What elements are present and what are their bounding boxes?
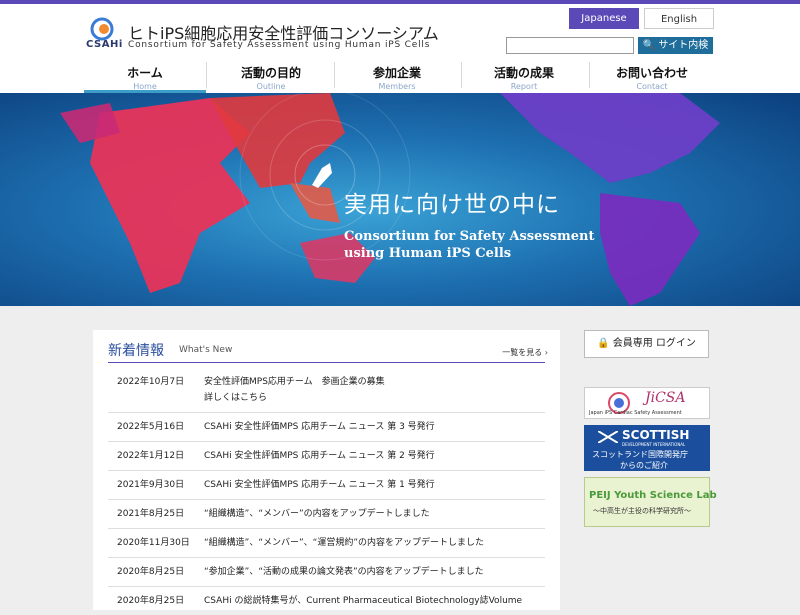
news-item: 2021年8月25日 “組織構造”、“メンバー”の内容をアップデートしました [108, 500, 545, 529]
nav-item-contact[interactable]: お問い合わせ Contact [591, 56, 713, 93]
site-subtitle: Consortium for Safety Assessment using H… [128, 40, 431, 50]
news-text[interactable]: CSAHi 安全性評価MPS 応用チーム ニュース 第 2 号発行 [204, 448, 435, 461]
news-text[interactable]: CSAHi 安全性評価MPS 応用チーム ニュース 第 3 号発行 [204, 419, 435, 432]
scottish-title: SCOTTISH [622, 428, 690, 442]
news-title-en: What's New [179, 345, 233, 355]
news-date: 2020年8月25日 [117, 567, 185, 577]
saltire-flag-icon [598, 431, 618, 443]
hero-subtitle-line-1: Consortium for Safety Assessment [344, 229, 595, 244]
member-login-label: 会員専用 ログイン [612, 338, 696, 349]
scottish-development-banner[interactable]: SCOTTISH DEVELOPMENT INTERNATIONAL スコットラ… [584, 425, 710, 471]
hero-subtitle-line-2: using Human iPS Cells [344, 246, 512, 261]
nav-item-members[interactable]: 参加企業 Members [336, 56, 458, 93]
site-header: CSAHi ヒトiPS細胞応用安全性評価コンソーシアム Consortium f… [0, 4, 800, 68]
nav-label-jp: ホーム [127, 66, 163, 80]
news-divider [108, 362, 545, 363]
news-date: 2021年9月30日 [117, 480, 185, 490]
nav-item-home[interactable]: ホーム Home [84, 56, 206, 93]
news-text[interactable]: 安全性評価MPS応用チーム 参画企業の募集 [204, 374, 385, 387]
logo-text: CSAHi [86, 39, 123, 50]
nav-divider [589, 62, 590, 88]
nav-divider [334, 62, 335, 88]
jicsa-title: JiCSA [645, 390, 686, 406]
peij-subtitle: ～中高生が主役の科学研究所～ [593, 507, 691, 515]
news-date: 2020年11月30日 [117, 538, 190, 548]
news-item: 2022年1月12日 CSAHi 安全性評価MPS 応用チーム ニュース 第 2… [108, 442, 545, 471]
lang-english-button[interactable]: English [644, 8, 714, 29]
news-item: 2020年8月25日 “参加企業”、“活動の成果の論文発表”の内容をアップデート… [108, 558, 545, 587]
news-more-link[interactable]: 一覧を見る › [502, 347, 548, 358]
nav-divider [461, 62, 462, 88]
member-login-button[interactable]: 🔒 会員専用 ログイン [584, 330, 709, 358]
news-detail-link[interactable]: 詳しくはこちら [204, 390, 267, 403]
jicsa-banner[interactable]: JiCSA Japan iPS Cardiac Safety Assessmen… [584, 387, 710, 419]
news-date: 2021年8月25日 [117, 509, 185, 519]
hero-subtitle: Consortium for Safety Assessment using H… [344, 228, 595, 262]
peij-youth-science-lab-banner[interactable]: PEIJ Youth Science Lab ～中高生が主役の科学研究所～ [584, 477, 717, 527]
nav-label-jp: お問い合わせ [615, 66, 688, 80]
news-item: 2020年8月25日 CSAHi の総説特集号が、Current Pharmac… [108, 587, 545, 615]
nav-label-en: Report [510, 82, 538, 91]
hero-title: 実用に向け世の中に [344, 192, 560, 218]
scottish-jp-line-2: からのご紹介 [620, 461, 668, 470]
nav-label-en: Members [378, 82, 416, 91]
search-icon: 🔍 [642, 40, 656, 51]
news-title: 新着情報 [108, 343, 164, 359]
news-item: 2022年10月7日 安全性評価MPS応用チーム 参画企業の募集 詳しくはこちら [108, 368, 545, 413]
main-nav: ホーム Home 活動の目的 Outline 参加企業 Members 活動の成… [0, 56, 800, 93]
lock-icon: 🔒 [597, 338, 610, 349]
news-item: 2020年11月30日 “組織構造”、“メンバー”、“運営規約”の内容をアップデ… [108, 529, 545, 558]
nav-divider [206, 62, 207, 88]
peij-title: PEIJ Youth Science Lab [589, 490, 717, 501]
news-text: “組織構造”、“メンバー”、“運営規約”の内容をアップデートしました [204, 538, 484, 548]
news-item: 2021年9月30日 CSAHi 安全性評価MPS 応用チーム ニュース 第 1… [108, 471, 545, 500]
nav-item-report[interactable]: 活動の成果 Report [463, 56, 585, 93]
nav-item-outline[interactable]: 活動の目的 Outline [210, 56, 332, 93]
news-text[interactable]: CSAHi 安全性評価MPS 応用チーム ニュース 第 1 号発行 [204, 477, 435, 490]
news-item: 2022年5月16日 CSAHi 安全性評価MPS 応用チーム ニュース 第 3… [108, 413, 545, 442]
search-button[interactable]: 🔍 サイト内検索 [638, 37, 713, 68]
news-section: 新着情報 What's New 一覧を見る › 2022年10月7日 安全性評価… [93, 330, 560, 610]
nav-label-en: Outline [256, 82, 286, 91]
news-date: 2022年5月16日 [117, 422, 185, 432]
scottish-jp-line-1: スコットランド国際開発庁 [592, 450, 688, 459]
search-input[interactable] [506, 37, 634, 54]
hero-banner: 実用に向け世の中に Consortium for Safety Assessme… [0, 93, 800, 306]
news-text: “参加企業”、“活動の成果の論文発表”の内容をアップデートしました [204, 567, 484, 577]
nav-label-jp: 活動の目的 [240, 66, 301, 80]
news-date: 2022年10月7日 [117, 377, 185, 387]
nav-label-en: Home [133, 82, 157, 91]
jicsa-subtitle: Japan iPS Cardiac Safety Assessment [589, 410, 682, 416]
nav-label-jp: 参加企業 [372, 66, 421, 80]
scottish-subtitle: DEVELOPMENT INTERNATIONAL [622, 442, 686, 447]
nav-label-en: Contact [636, 82, 668, 91]
lang-japanese-button[interactable]: Japanese [569, 8, 639, 29]
nav-label-jp: 活動の成果 [493, 66, 554, 80]
news-text: “組織構造”、“メンバー”の内容をアップデートしました [204, 509, 430, 519]
news-date: 2022年1月12日 [117, 451, 185, 461]
